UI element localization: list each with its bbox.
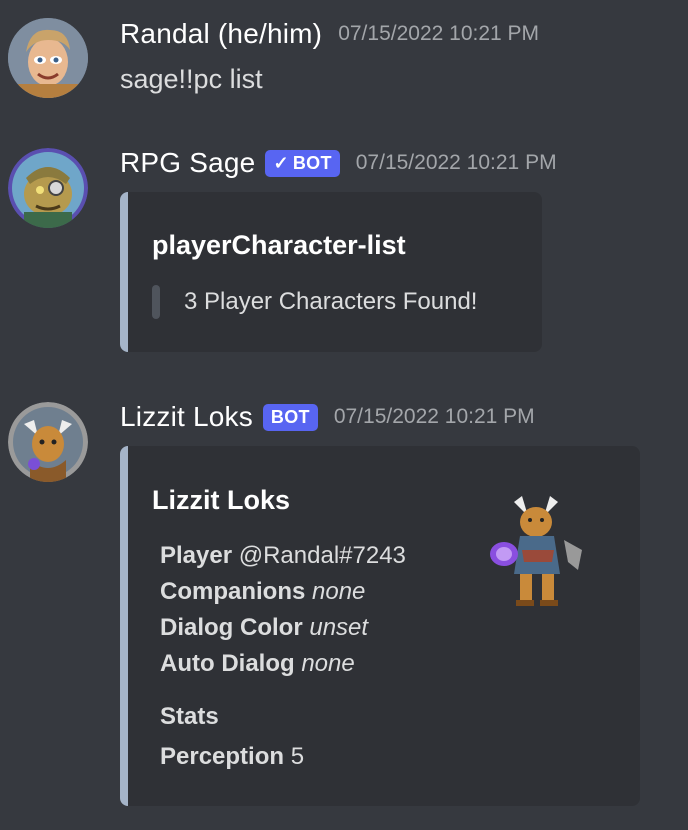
- field-value: none: [301, 650, 355, 677]
- character-avatar-lizzit[interactable]: [8, 402, 88, 482]
- bot-tag: BOT: [262, 403, 318, 431]
- bot-tag-label: BOT: [292, 152, 332, 173]
- character-thumbnail-lizzit[interactable]: [482, 490, 598, 614]
- timestamp: 07/15/2022 10:21 PM: [355, 151, 557, 174]
- embed-title: Lizzit Loks: [152, 485, 291, 515]
- stat-value: 5: [290, 743, 305, 770]
- field-label: Player: [160, 542, 233, 569]
- verified-check-icon: ✓: [273, 152, 289, 173]
- user-avatar-randal[interactable]: [8, 18, 88, 98]
- field-auto-dialog: Auto Dialog none: [160, 650, 355, 678]
- field-companions: Companions none: [160, 578, 365, 606]
- bot-avatar-rpg-sage[interactable]: [8, 148, 88, 228]
- field-label: Dialog Color: [160, 614, 303, 641]
- timestamp: 07/15/2022 10:21 PM: [338, 22, 540, 45]
- character-thumbnail-image: [490, 496, 582, 606]
- timestamp: 07/15/2022 10:21 PM: [333, 405, 535, 428]
- field-label: Companions: [160, 578, 306, 605]
- field-label: Auto Dialog: [160, 650, 295, 677]
- stat-perception: Perception 5: [160, 743, 304, 771]
- bot-avatar-rpg-sage-image: [8, 148, 88, 228]
- username[interactable]: Randal (he/him): [120, 18, 322, 50]
- stats-heading: Stats: [160, 703, 219, 731]
- user-avatar-randal-image: [8, 18, 88, 98]
- field-value[interactable]: @Randal#7243: [239, 542, 406, 569]
- blockquote-text: 3 Player Characters Found!: [184, 288, 478, 315]
- stat-label: Perception: [160, 743, 285, 770]
- stats-heading-label: Stats: [160, 703, 219, 730]
- username[interactable]: Lizzit Loks: [120, 401, 253, 433]
- field-dialog-color: Dialog Color unset: [160, 614, 368, 642]
- field-value: none: [312, 578, 366, 605]
- bot-tag-label: BOT: [270, 406, 310, 427]
- bot-tag: ✓ BOT: [265, 149, 340, 177]
- field-player: Player @Randal#7243: [160, 542, 406, 570]
- embed-pc-list: playerCharacter-list 3 Player Characters…: [120, 192, 542, 352]
- blockquote-bar: [152, 285, 160, 319]
- embed-title: playerCharacter-list: [152, 230, 406, 260]
- field-value: unset: [309, 614, 369, 641]
- embed-character: Lizzit Loks Player @Randal#7243 Companio…: [120, 446, 640, 806]
- character-avatar-lizzit-image: [8, 402, 88, 482]
- message-content: sage!!pc list: [120, 64, 263, 94]
- username[interactable]: RPG Sage: [120, 147, 255, 179]
